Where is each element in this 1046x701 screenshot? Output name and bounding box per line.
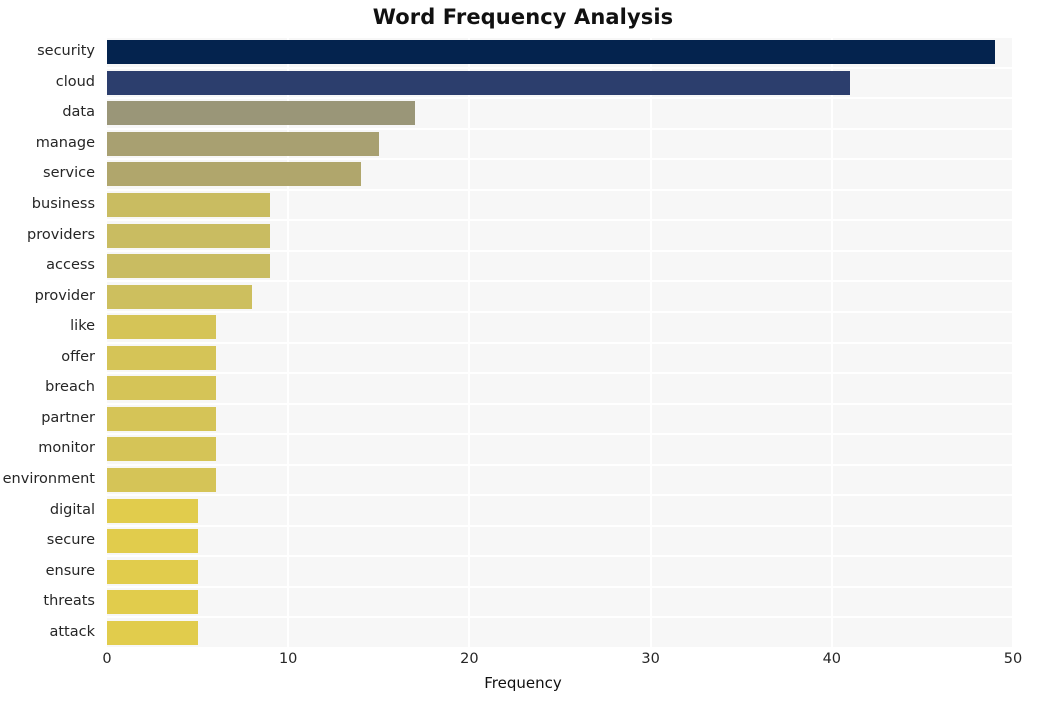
y-axis-tick-label: secure <box>46 532 95 549</box>
x-axis-label: Frequency <box>484 674 562 692</box>
bar[interactable] <box>107 590 198 615</box>
y-axis-tick-label: partner <box>41 409 95 426</box>
gridline-horizontal <box>107 372 1013 375</box>
bar[interactable] <box>107 498 198 523</box>
gridline-horizontal <box>107 341 1013 344</box>
bar[interactable] <box>107 437 216 462</box>
gridline-horizontal <box>107 555 1013 558</box>
y-axis-tick-label: offer <box>61 348 95 365</box>
y-axis-tick-label: providers <box>27 226 95 243</box>
bar[interactable] <box>107 131 379 156</box>
gridline-horizontal <box>107 585 1013 588</box>
x-axis-tick-label: 20 <box>460 651 479 667</box>
y-axis-tick-label: business <box>31 196 95 213</box>
y-axis-tick-label: threats <box>43 593 95 610</box>
gridline-horizontal <box>107 433 1013 436</box>
bar[interactable] <box>107 101 416 126</box>
gridline-horizontal <box>107 188 1013 191</box>
gridline-horizontal <box>107 37 1013 38</box>
x-axis-tick-label: 40 <box>822 651 842 667</box>
bar[interactable] <box>107 223 271 248</box>
gridline-horizontal <box>107 616 1013 619</box>
gridline-horizontal <box>107 158 1013 161</box>
y-axis-tick-label: breach <box>45 379 95 396</box>
gridline-horizontal <box>107 463 1013 466</box>
y-axis-tick-label: provider <box>34 287 95 304</box>
x-axis-tick-label: 10 <box>278 651 298 667</box>
gridline-horizontal <box>107 97 1013 100</box>
x-axis-tick-label: 0 <box>102 651 112 667</box>
bar[interactable] <box>107 162 361 187</box>
y-axis-tick-labels: security cloud data manage service business pr… <box>0 37 101 648</box>
bar[interactable] <box>107 467 216 492</box>
gridline-horizontal <box>107 127 1013 130</box>
gridline-horizontal <box>107 66 1013 69</box>
bar[interactable] <box>107 193 271 218</box>
gridline-horizontal <box>107 280 1013 283</box>
gridline-horizontal <box>107 494 1013 497</box>
gridline-horizontal <box>107 310 1013 313</box>
plot-area <box>107 37 1013 648</box>
x-axis-tick-labels: 0 10 20 30 40 50 <box>102 651 1022 675</box>
chart-title: Word Frequency Analysis <box>372 5 674 29</box>
y-axis-tick-label: attack <box>49 623 95 640</box>
y-axis-tick-label: access <box>46 257 95 274</box>
bar[interactable] <box>107 70 850 95</box>
x-axis-tick-label: 30 <box>641 651 660 667</box>
y-axis-tick-label: environment <box>2 470 95 487</box>
y-axis-tick-label: manage <box>35 134 95 151</box>
bar[interactable] <box>107 376 216 401</box>
word-frequency-chart: Word Frequency Analysis security cloud dat… <box>0 0 1046 701</box>
bar[interactable] <box>107 529 198 554</box>
y-axis-tick-label: monitor <box>38 440 95 457</box>
bar[interactable] <box>107 620 198 645</box>
bar[interactable] <box>107 254 271 279</box>
gridline-horizontal <box>107 402 1013 405</box>
bar[interactable] <box>107 284 252 309</box>
bar[interactable] <box>107 406 216 431</box>
gridline-horizontal <box>107 249 1013 252</box>
bar[interactable] <box>107 559 198 584</box>
y-axis-tick-label: like <box>70 318 95 335</box>
y-axis-tick-label: data <box>62 104 95 121</box>
y-axis-tick-label: ensure <box>45 562 95 579</box>
bar[interactable] <box>107 40 995 65</box>
y-axis-tick-label: security <box>37 43 95 60</box>
y-axis-tick-label: digital <box>49 501 95 518</box>
bar[interactable] <box>107 345 216 370</box>
x-axis-tick-label: 50 <box>1003 651 1023 667</box>
bar[interactable] <box>107 315 216 340</box>
y-axis-tick-label: service <box>43 165 95 182</box>
gridline-horizontal <box>107 647 1013 648</box>
gridline-horizontal <box>107 219 1013 222</box>
gridline-horizontal <box>107 524 1013 527</box>
y-axis-tick-label: cloud <box>55 73 95 90</box>
